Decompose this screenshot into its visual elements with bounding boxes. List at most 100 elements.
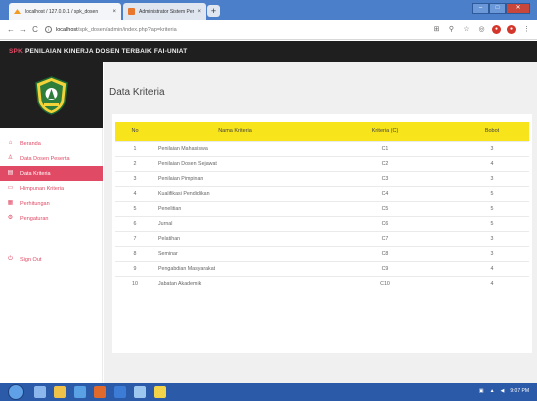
university-logo <box>35 76 68 115</box>
extension-icon[interactable]: ● <box>492 25 501 34</box>
cell-kriteria-code: C5 <box>315 200 455 216</box>
maximize-button[interactable]: □ <box>489 3 506 14</box>
cell-bobot: 3 <box>455 245 529 261</box>
shield-icon[interactable]: ◎ <box>477 25 486 34</box>
bookmark-star-icon[interactable]: ☆ <box>462 25 471 34</box>
address-bar: ← → C i localhost /spk_dosen/admin/index… <box>0 20 537 40</box>
sidebar-item-beranda[interactable]: ⌂ Beranda <box>0 136 103 151</box>
table-row: 7 Pelatihan C7 3 <box>115 230 529 246</box>
table-row: 3 Penilaian Pimpinan C3 3 <box>115 170 529 186</box>
volume-icon[interactable]: ◀ <box>501 388 505 394</box>
url-field[interactable]: i localhost /spk_dosen/admin/index.php?a… <box>45 26 177 33</box>
start-button[interactable] <box>8 384 24 400</box>
minimize-button[interactable]: – <box>472 3 489 14</box>
zoom-icon[interactable]: ⚲ <box>447 25 456 34</box>
kriteria-table: No Nama Kriteria Kriteria (C) Bobot 1 Pe… <box>115 122 529 291</box>
cell-no: 6 <box>115 215 155 231</box>
flag-icon[interactable]: ▣ <box>479 388 484 394</box>
browser-extensions: ⊞ ⚲ ☆ ◎ ● ● ⋮ <box>426 25 531 34</box>
column-header-kriteria-c: Kriteria (C) <box>315 122 455 141</box>
folder-icon[interactable] <box>54 386 66 398</box>
close-window-button[interactable]: ✕ <box>506 3 530 14</box>
tab-title: localhost / 127.0.0.1 / spk_dosen <box>25 8 99 15</box>
firefox-icon[interactable] <box>94 386 106 398</box>
table-row: 2 Penilaian Dosen Sejawat C2 4 <box>115 155 529 171</box>
sidebar-item-pengaturan[interactable]: ⚙ Pengaturan <box>0 211 103 226</box>
kriteria-card: No Nama Kriteria Kriteria (C) Bobot 1 Pe… <box>112 114 532 353</box>
chrome-icon[interactable] <box>134 386 146 398</box>
back-arrow-icon[interactable]: ← <box>5 25 17 34</box>
main-content: Data Kriteria No Nama Kriteria Kriteria … <box>104 62 537 383</box>
brand-title: PENILAIAN KINERJA DOSEN TERBAIK FAI-UNIA… <box>24 48 188 55</box>
calculator-icon: ▦ <box>7 200 14 206</box>
sidebar-item-label: Data Dosen Peserta <box>20 155 70 162</box>
cell-kriteria-code: C7 <box>315 230 455 246</box>
cell-nama-kriteria: Jabatan Akademik <box>155 275 315 291</box>
cell-kriteria-code: C6 <box>315 215 455 231</box>
clock[interactable]: 9:07 PM <box>510 388 529 394</box>
word-icon[interactable] <box>114 386 126 398</box>
sidebar-item-label: Himpunan Kriteria <box>20 185 65 192</box>
network-icon[interactable]: ▲ <box>490 388 495 394</box>
browser-tab-phpmyadmin[interactable]: localhost / 127.0.0.1 / spk_dosen × <box>9 3 121 20</box>
close-tab-icon[interactable]: × <box>112 9 116 15</box>
forward-arrow-icon[interactable]: → <box>17 25 29 34</box>
cell-bobot: 4 <box>455 155 529 171</box>
app-favicon <box>128 8 135 15</box>
sidebar-item-label: Perhitungan <box>20 200 50 207</box>
user-icon: ♙ <box>7 155 14 161</box>
app-brand: SPK PENILAIAN KINERJA DOSEN TERBAIK FAI-… <box>9 48 187 55</box>
cell-kriteria-code: C8 <box>315 245 455 261</box>
cell-bobot: 5 <box>455 200 529 216</box>
sidebar-item-label: Sign Out <box>20 256 42 263</box>
sidebar-item-label: Pengaturan <box>20 215 49 222</box>
close-tab-icon[interactable]: × <box>197 9 201 15</box>
cell-bobot: 4 <box>455 275 529 291</box>
new-tab-button[interactable]: + <box>207 5 220 17</box>
reload-icon[interactable]: C <box>29 25 41 34</box>
cell-nama-kriteria: Penelitian <box>155 200 315 216</box>
cell-kriteria-code: C2 <box>315 155 455 171</box>
browser-tab-admin[interactable]: Administrator Sistem Pendukung × <box>123 3 206 20</box>
table-row: 8 Seminar C8 3 <box>115 245 529 261</box>
sidebar-item-data-dosen-peserta[interactable]: ♙ Data Dosen Peserta <box>0 151 103 166</box>
list-icon: ▤ <box>7 170 14 176</box>
info-icon[interactable]: i <box>45 26 52 33</box>
page-title: Data Kriteria <box>109 87 165 98</box>
cell-no: 5 <box>115 200 155 216</box>
taskbar-apps <box>34 386 174 398</box>
sidebar-item-data-kriteria[interactable]: ▤ Data Kriteria <box>0 166 103 181</box>
url-path: /spk_dosen/admin/index.php?ap=kriteria <box>77 26 177 33</box>
cell-no: 7 <box>115 230 155 246</box>
signout-icon: ⏻ <box>8 256 13 262</box>
gear-icon: ⚙ <box>7 215 14 221</box>
cell-bobot: 3 <box>455 230 529 246</box>
profile-icon[interactable]: ● <box>507 25 516 34</box>
home-icon: ⌂ <box>8 140 13 146</box>
sidebar-menu: ⌂ Beranda ♙ Data Dosen Peserta ▤ Data Kr… <box>0 136 103 267</box>
table-row: 9 Pengabdian Masyarakat C9 4 <box>115 260 529 276</box>
menu-dots-icon[interactable]: ⋮ <box>522 25 531 34</box>
sidebar-item-himpunan-kriteria[interactable]: ▭ Himpunan Kriteria <box>0 181 103 196</box>
cell-nama-kriteria: Seminar <box>155 245 315 261</box>
cell-nama-kriteria: Kualifikasi Pendidikan <box>155 185 315 201</box>
table-row: 10 Jabatan Akademik C10 4 <box>115 275 529 291</box>
sidebar-item-perhitungan[interactable]: ▦ Perhitungan <box>0 196 103 211</box>
sidebar-item-sign-out[interactable]: ⏻ Sign Out <box>0 252 103 267</box>
translate-icon[interactable]: ⊞ <box>432 25 441 34</box>
table-row: 1 Penilaian Mahasiswa C1 3 <box>115 140 529 156</box>
sidebar: ⌂ Beranda ♙ Data Dosen Peserta ▤ Data Kr… <box>0 62 103 383</box>
cell-bobot: 3 <box>455 170 529 186</box>
sidebar-item-label: Beranda <box>20 140 41 147</box>
explorer-icon[interactable] <box>34 386 46 398</box>
cell-nama-kriteria: Pelatihan <box>155 230 315 246</box>
cell-bobot: 4 <box>455 260 529 276</box>
cell-kriteria-code: C10 <box>315 275 455 291</box>
cell-no: 2 <box>115 155 155 171</box>
logo-area <box>0 62 103 128</box>
cell-no: 8 <box>115 245 155 261</box>
sidebar-item-label: Data Kriteria <box>20 170 51 177</box>
cell-kriteria-code: C1 <box>315 140 455 156</box>
paint-icon[interactable] <box>154 386 166 398</box>
media-icon[interactable] <box>74 386 86 398</box>
